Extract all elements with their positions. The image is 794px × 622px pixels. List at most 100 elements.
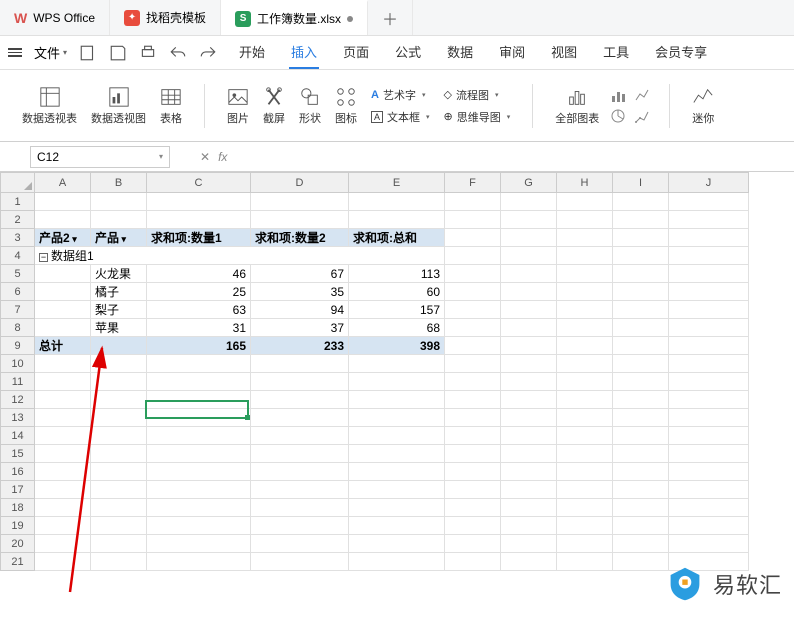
cell[interactable] — [147, 499, 251, 517]
cell[interactable] — [669, 499, 749, 517]
cell[interactable] — [501, 319, 557, 337]
cell[interactable] — [669, 445, 749, 463]
cell[interactable] — [557, 445, 613, 463]
cell[interactable] — [613, 355, 669, 373]
print-icon[interactable] — [139, 44, 157, 62]
cell[interactable] — [147, 445, 251, 463]
cell[interactable] — [445, 481, 501, 499]
cell[interactable] — [501, 517, 557, 535]
cell[interactable] — [557, 373, 613, 391]
cell[interactable] — [669, 463, 749, 481]
cell[interactable] — [669, 355, 749, 373]
cell[interactable] — [557, 265, 613, 283]
cell[interactable] — [349, 553, 445, 571]
cell[interactable]: −数据组1 — [35, 247, 445, 265]
cell[interactable] — [35, 427, 91, 445]
cell[interactable] — [251, 427, 349, 445]
cell[interactable] — [251, 517, 349, 535]
row-header-3[interactable]: 3 — [1, 229, 35, 247]
cell[interactable]: 产品2 — [35, 229, 91, 247]
tab-workbook[interactable]: S 工作簿数量.xlsx — [221, 0, 368, 35]
cell[interactable] — [669, 391, 749, 409]
cell[interactable]: 产品 — [91, 229, 147, 247]
cell[interactable] — [613, 409, 669, 427]
col-header-H[interactable]: H — [557, 173, 613, 193]
cell[interactable] — [445, 319, 501, 337]
cell[interactable] — [147, 481, 251, 499]
pivot-table-button[interactable]: 数据透视表 — [18, 84, 81, 128]
col-header-I[interactable]: I — [613, 173, 669, 193]
cell[interactable] — [349, 517, 445, 535]
cell[interactable] — [557, 247, 613, 265]
cell[interactable] — [501, 229, 557, 247]
cell[interactable] — [251, 355, 349, 373]
cell[interactable] — [501, 481, 557, 499]
col-header-A[interactable]: A — [35, 173, 91, 193]
cell[interactable] — [613, 373, 669, 391]
cell[interactable] — [251, 481, 349, 499]
cell[interactable] — [445, 391, 501, 409]
menu-tab-公式[interactable]: 公式 — [393, 36, 423, 69]
cell[interactable] — [501, 337, 557, 355]
cell[interactable] — [349, 481, 445, 499]
cell[interactable]: 求和项:总和 — [349, 229, 445, 247]
cell[interactable] — [557, 391, 613, 409]
cell[interactable] — [91, 535, 147, 553]
cell[interactable]: 60 — [349, 283, 445, 301]
cell[interactable] — [91, 517, 147, 535]
cell[interactable] — [669, 373, 749, 391]
cell[interactable] — [613, 193, 669, 211]
cell[interactable] — [557, 517, 613, 535]
cell[interactable] — [91, 391, 147, 409]
mini-chart-button[interactable]: 迷你 — [688, 84, 718, 128]
cell[interactable] — [613, 535, 669, 553]
cell[interactable] — [251, 391, 349, 409]
cell[interactable] — [147, 463, 251, 481]
cell[interactable] — [501, 247, 557, 265]
row-header-9[interactable]: 9 — [1, 337, 35, 355]
cell[interactable] — [349, 193, 445, 211]
redo-icon[interactable] — [199, 44, 217, 62]
menu-tab-数据[interactable]: 数据 — [445, 36, 475, 69]
cell[interactable] — [445, 211, 501, 229]
cell[interactable] — [501, 373, 557, 391]
cell[interactable] — [445, 517, 501, 535]
cell[interactable] — [501, 391, 557, 409]
cell[interactable] — [501, 427, 557, 445]
new-tab-button[interactable]: ＋ — [368, 0, 413, 35]
cell[interactable] — [35, 499, 91, 517]
cell[interactable] — [613, 463, 669, 481]
menu-tab-视图[interactable]: 视图 — [549, 36, 579, 69]
cell[interactable] — [613, 319, 669, 337]
cell[interactable] — [669, 301, 749, 319]
cell[interactable] — [349, 373, 445, 391]
cell[interactable] — [669, 427, 749, 445]
cell[interactable] — [501, 193, 557, 211]
cell[interactable] — [147, 211, 251, 229]
cell[interactable] — [349, 445, 445, 463]
cell[interactable] — [147, 535, 251, 553]
cell[interactable] — [613, 517, 669, 535]
cell[interactable] — [35, 445, 91, 463]
cell[interactable] — [501, 301, 557, 319]
cell[interactable] — [669, 265, 749, 283]
cell[interactable] — [445, 373, 501, 391]
cell[interactable] — [445, 355, 501, 373]
cell[interactable] — [349, 211, 445, 229]
cell[interactable]: 总计 — [35, 337, 91, 355]
cell[interactable] — [501, 463, 557, 481]
cell[interactable] — [557, 427, 613, 445]
cell[interactable] — [557, 499, 613, 517]
chart-type4-button[interactable] — [633, 107, 651, 125]
cell[interactable] — [251, 445, 349, 463]
cell[interactable] — [35, 409, 91, 427]
cell[interactable]: 31 — [147, 319, 251, 337]
cell[interactable] — [669, 319, 749, 337]
row-header-12[interactable]: 12 — [1, 391, 35, 409]
cell[interactable] — [91, 499, 147, 517]
cell[interactable] — [35, 391, 91, 409]
cell[interactable] — [557, 409, 613, 427]
row-header-20[interactable]: 20 — [1, 535, 35, 553]
cell[interactable]: 火龙果 — [91, 265, 147, 283]
cell[interactable]: 37 — [251, 319, 349, 337]
